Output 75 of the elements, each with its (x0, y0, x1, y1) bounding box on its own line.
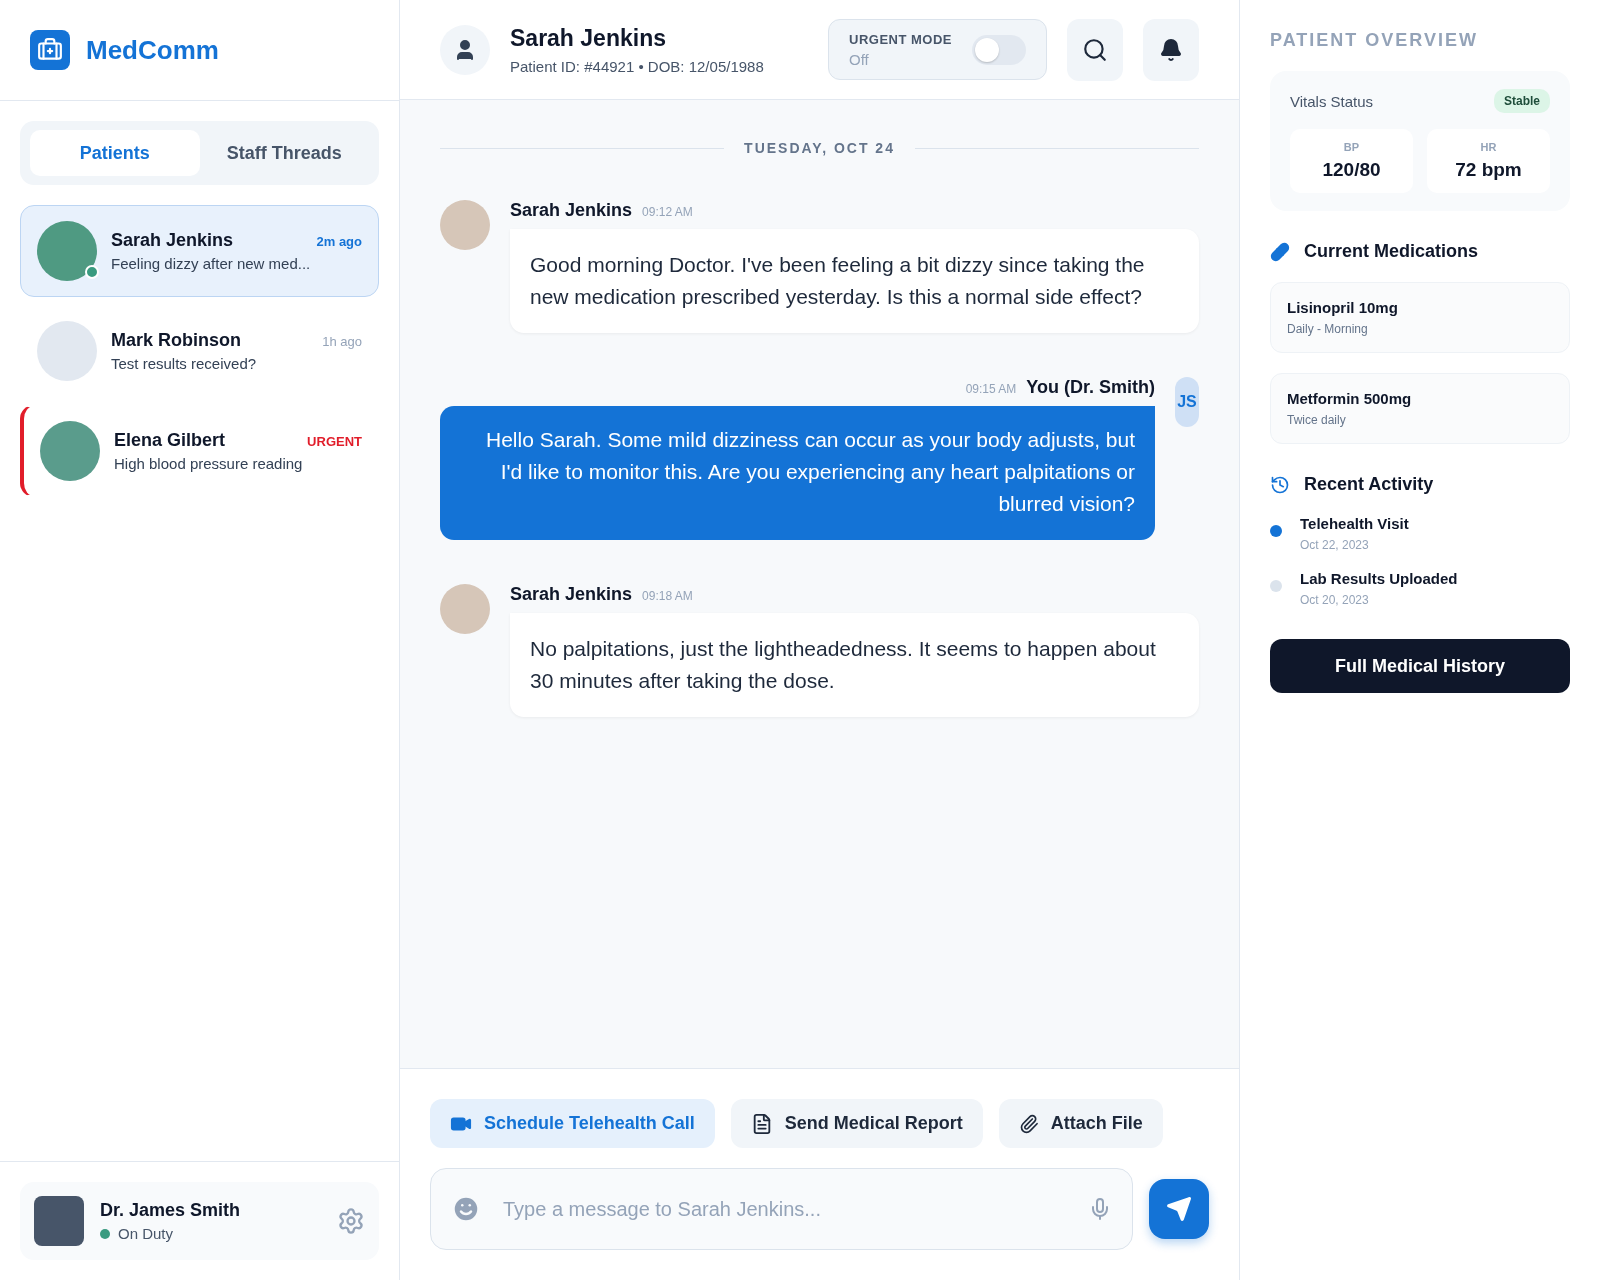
vital-value: 72 bpm (1455, 159, 1522, 181)
urgent-mode-value: Off (849, 50, 870, 68)
avatar (37, 221, 97, 281)
avatar (37, 321, 97, 381)
medication-schedule: Daily - Morning (1287, 322, 1369, 336)
message-field[interactable]: Type a message to Sarah Jenkins... (501, 1196, 1068, 1222)
message-preview: High blood pressure reading (114, 455, 304, 472)
urgent-label: URGENT (307, 434, 362, 449)
sender-name: Sarah Jenkins (510, 584, 633, 605)
user-status: On Duty (118, 1225, 174, 1242)
conversation-item[interactable]: Mark Robinson 1h ago Test results received? (20, 305, 379, 397)
avatar (440, 200, 490, 250)
toggle-switch[interactable] (972, 34, 1026, 65)
status-dot (100, 1228, 110, 1239)
person-icon (440, 24, 490, 75)
tab[interactable]: Patients (30, 130, 200, 176)
message-time: 09:18 AM (642, 589, 693, 603)
section-heading: Current Medications (1304, 241, 1479, 262)
medication-name: Metformin 500mg (1287, 390, 1413, 407)
urgent-mode-label: URGENT MODE (849, 31, 952, 47)
medication-schedule: Twice daily (1287, 413, 1347, 427)
patient-meta: Patient ID: #44921 • DOB: 12/05/1988 (510, 57, 765, 75)
conversation-item[interactable]: Elena Gilbert URGENT High blood pressure reading (20, 405, 379, 497)
date-divider: TUESDAY, OCT 24 (744, 140, 895, 156)
user-name: Dr. James Smith (100, 1200, 242, 1221)
initials-avatar: JS (1175, 377, 1199, 427)
activity-date: Oct 20, 2023 (1300, 593, 1370, 607)
bell-icon (1159, 37, 1183, 62)
activity-date: Oct 22, 2023 (1300, 538, 1370, 552)
message-preview: Feeling dizzy after new med... (111, 255, 312, 272)
tab[interactable]: Staff Threads (199, 130, 369, 176)
patient-name: Sarah Jenkins (510, 24, 667, 52)
contact-name: Mark Robinson (111, 330, 241, 351)
history-icon (1270, 474, 1290, 495)
settings-icon[interactable] (337, 1207, 365, 1235)
section-title: PATIENT OVERVIEW (1270, 30, 1480, 51)
vitals-label: Vitals Status (1290, 92, 1374, 110)
medication-name: Lisinopril 10mg (1287, 299, 1399, 316)
activity-title: Lab Results Uploaded (1300, 570, 1458, 587)
contact-name: Elena Gilbert (114, 430, 226, 451)
emoji-icon[interactable] (451, 1194, 481, 1224)
avatar (34, 1196, 84, 1246)
logo-icon (30, 30, 70, 70)
action-button[interactable]: Schedule Telehealth Call (430, 1099, 715, 1148)
section-heading: Recent Activity (1304, 474, 1434, 495)
activity-title: Telehealth Visit (1300, 515, 1409, 532)
sender-name: You (Dr. Smith) (1026, 377, 1155, 398)
avatar (440, 584, 490, 634)
vital-label: BP (1343, 141, 1360, 153)
search-button[interactable] (1067, 18, 1123, 81)
search-icon (1082, 36, 1108, 63)
brand-name: MedComm (86, 34, 219, 66)
action-button[interactable]: Send Medical Report (730, 1099, 983, 1148)
action-button[interactable]: Attach File (998, 1099, 1163, 1148)
vital-label: HR (1480, 141, 1497, 153)
send-icon (1166, 1196, 1192, 1222)
status-badge: Stable (1494, 89, 1550, 113)
message-time: 2m ago (316, 234, 362, 249)
sender-name: Sarah Jenkins (510, 200, 633, 221)
avatar (40, 421, 100, 481)
full-history-button[interactable]: Full Medical History (1270, 639, 1570, 693)
conversation-item[interactable]: Sarah Jenkins 2m ago Feeling dizzy after new med... (20, 205, 379, 297)
message-time: 09:12 AM (642, 205, 693, 219)
vital-value: 120/80 (1322, 159, 1381, 181)
pill-icon (1270, 241, 1290, 262)
message-bubble: Hello Sarah. Some mild dizziness can occur as your body adjusts, but I'd like to monitor this. Are you experiencing any heart palpitations or blurred vision? (440, 406, 1155, 540)
send-button[interactable] (1149, 1179, 1209, 1239)
message-bubble: Good morning Doctor. I've been feeling a bit dizzy since taking the new medication prescribed yesterday. Is this a normal side effect? (510, 229, 1199, 333)
message-preview: Test results received? (111, 355, 258, 372)
message-bubble: No palpitations, just the lightheadedness. It seems to happen about 30 minutes after taking the dose. (510, 613, 1199, 717)
notification-button[interactable] (1143, 18, 1199, 81)
contact-name: Sarah Jenkins (111, 230, 234, 251)
message-time: 1h ago (322, 334, 362, 349)
paperclip-icon (1018, 1113, 1039, 1134)
message-time: 09:15 AM (965, 382, 1017, 396)
